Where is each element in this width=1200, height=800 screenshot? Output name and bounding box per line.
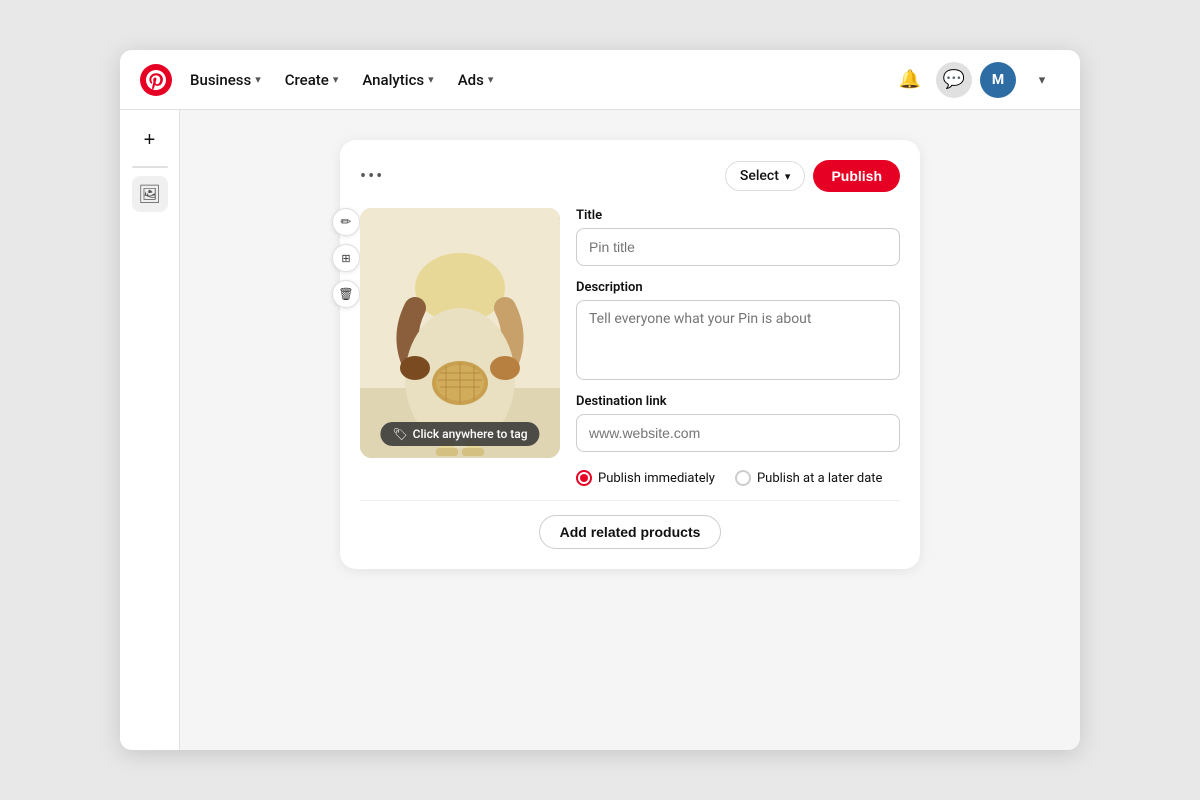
pin-card-header: ••• Select ▾ Publish: [360, 160, 900, 192]
description-textarea[interactable]: [576, 300, 900, 380]
messages-button[interactable]: 💬: [936, 62, 972, 98]
pin-image-background: [360, 208, 560, 458]
pinterest-logo: [140, 64, 172, 96]
nav-right-icons: 🔔 💬 M ▾: [892, 62, 1060, 98]
select-chevron-icon: ▾: [785, 170, 791, 183]
trash-icon: 🗑: [338, 287, 353, 301]
user-avatar[interactable]: M: [980, 62, 1016, 98]
image-icon: 🖼: [138, 184, 161, 205]
destination-input[interactable]: [576, 414, 900, 452]
delete-tool-button[interactable]: 🗑: [332, 280, 360, 308]
board-select-dropdown[interactable]: Select ▾: [725, 161, 806, 191]
pin-header-actions: Select ▾ Publish: [725, 160, 900, 192]
destination-form-group: Destination link: [576, 394, 900, 452]
publish-immediately-radio[interactable]: [576, 470, 592, 486]
pin-image-svg: [360, 208, 560, 458]
title-label: Title: [576, 208, 900, 223]
sidebar-divider: [132, 166, 168, 168]
pin-image-area: ✏ ⊞ 🗑: [360, 208, 560, 486]
business-chevron-icon: ▾: [255, 73, 261, 86]
title-input[interactable]: [576, 228, 900, 266]
click-to-tag-badge[interactable]: 🏷 Click anywhere to tag: [380, 422, 539, 446]
nav-ads[interactable]: Ads ▾: [448, 65, 504, 95]
description-label: Description: [576, 280, 900, 295]
pin-more-options[interactable]: •••: [360, 166, 384, 187]
pin-body: ✏ ⊞ 🗑: [360, 208, 900, 486]
account-chevron-button[interactable]: ▾: [1024, 62, 1060, 98]
nav-create[interactable]: Create ▾: [275, 65, 349, 95]
image-sidebar-button[interactable]: 🖼: [132, 176, 168, 212]
chat-icon: 💬: [943, 69, 965, 90]
nav-analytics[interactable]: Analytics ▾: [352, 65, 443, 95]
create-chevron-icon: ▾: [333, 73, 339, 86]
add-pin-button[interactable]: +: [132, 122, 168, 158]
ads-chevron-icon: ▾: [488, 73, 494, 86]
description-form-group: Description: [576, 280, 900, 380]
add-related-products-button[interactable]: Add related products: [539, 515, 722, 549]
notification-button[interactable]: 🔔: [892, 62, 928, 98]
pin-tools: ✏ ⊞ 🗑: [332, 208, 360, 308]
destination-label: Destination link: [576, 394, 900, 409]
tag-icon: 🏷: [392, 427, 407, 441]
publish-options: Publish immediately Publish at a later d…: [576, 470, 900, 486]
main-area: + 🖼 ••• Select ▾ Publish: [120, 110, 1080, 750]
pencil-icon: ✏: [341, 215, 352, 230]
title-form-group: Title: [576, 208, 900, 266]
left-sidebar: + 🖼: [120, 110, 180, 750]
main-content: ••• Select ▾ Publish: [180, 110, 1080, 750]
analytics-chevron-icon: ▾: [428, 73, 434, 86]
publish-later-radio[interactable]: [735, 470, 751, 486]
account-chevron-icon: ▾: [1039, 72, 1046, 88]
bell-icon: 🔔: [899, 69, 921, 90]
add-products-section: Add related products: [360, 500, 900, 549]
publish-later-option[interactable]: Publish at a later date: [735, 470, 883, 486]
browser-window: Business ▾ Create ▾ Analytics ▾ Ads ▾ 🔔 …: [120, 50, 1080, 750]
plus-icon: +: [144, 129, 156, 152]
publish-immediately-option[interactable]: Publish immediately: [576, 470, 715, 486]
nav-business[interactable]: Business ▾: [180, 65, 271, 95]
edit-tool-button[interactable]: ✏: [332, 208, 360, 236]
grid-icon: ⊞: [341, 252, 350, 265]
navbar: Business ▾ Create ▾ Analytics ▾ Ads ▾ 🔔 …: [120, 50, 1080, 110]
grid-tool-button[interactable]: ⊞: [332, 244, 360, 272]
pin-creation-card: ••• Select ▾ Publish: [340, 140, 920, 569]
pin-image[interactable]: 🏷 Click anywhere to tag: [360, 208, 560, 458]
publish-button[interactable]: Publish: [813, 160, 900, 192]
pin-form: Title Description Destination link: [576, 208, 900, 486]
